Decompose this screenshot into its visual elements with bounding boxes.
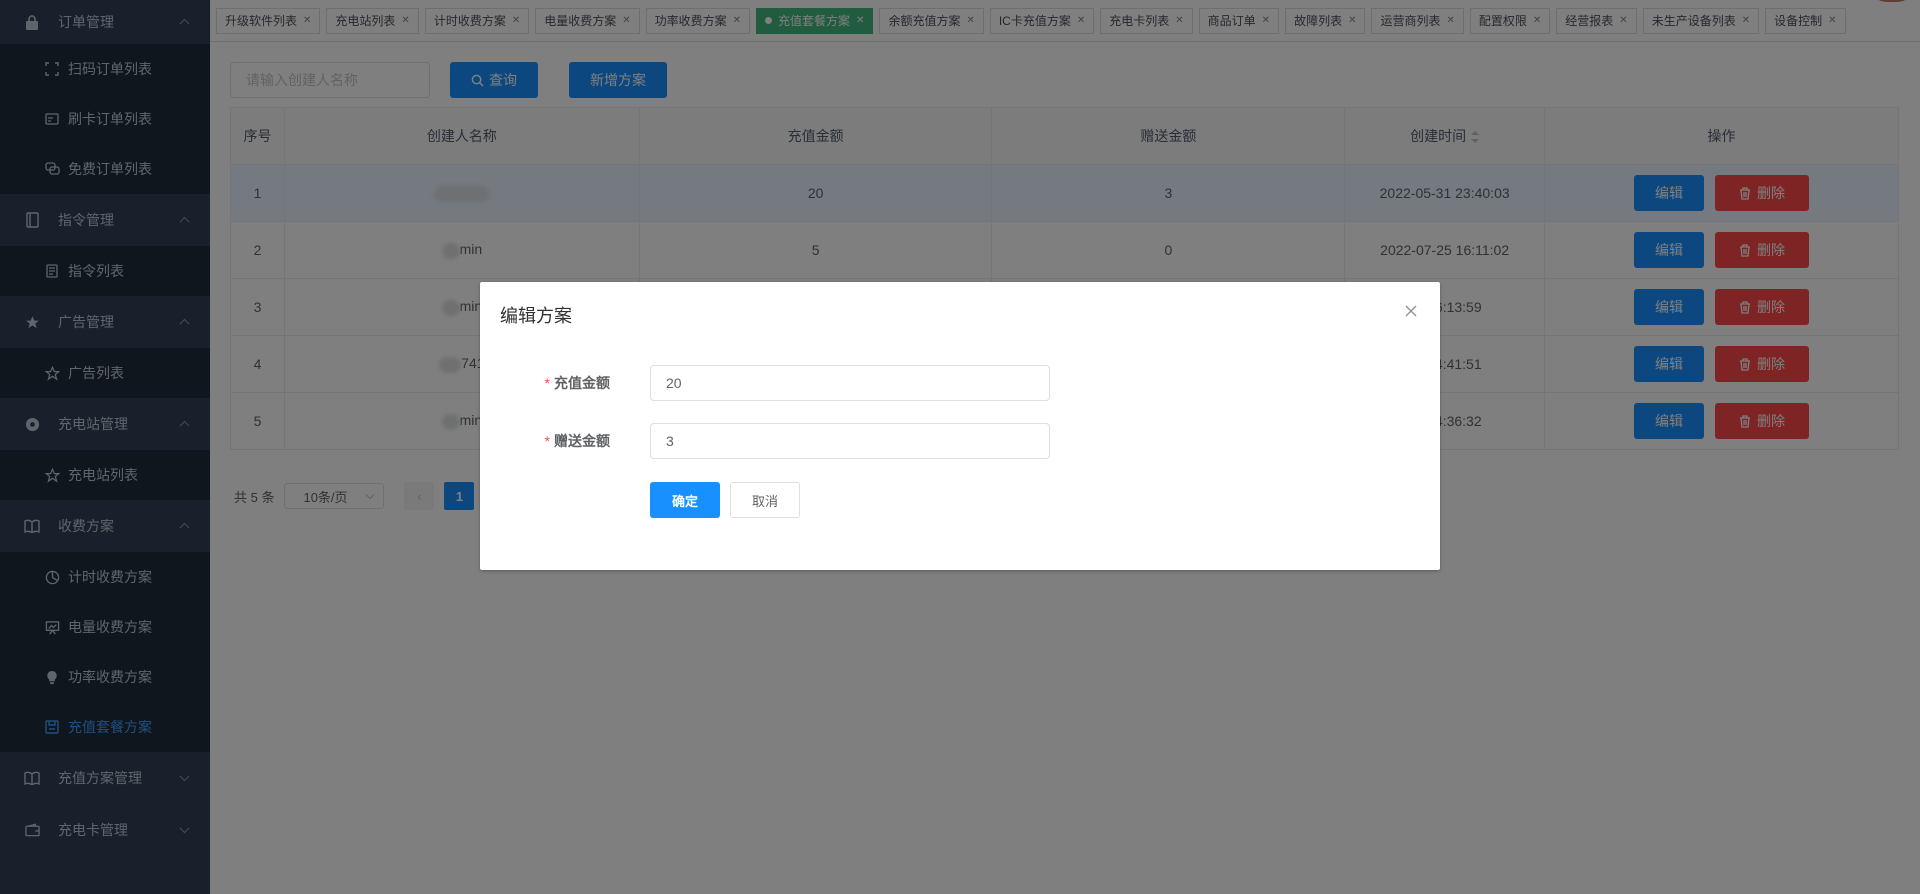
form-label-amount: * 充值金额 [480, 373, 610, 393]
confirm-button[interactable]: 确定 [650, 482, 720, 518]
required-asterisk: * [544, 375, 550, 391]
form-label-text: 充值金额 [554, 375, 610, 391]
form-row-amount: * 充值金额 [480, 365, 1440, 401]
form-label-bonus: * 赠送金额 [480, 431, 610, 451]
required-asterisk: * [544, 433, 550, 449]
dialog-title: 编辑方案 [500, 306, 572, 326]
form-label-text: 赠送金额 [554, 433, 610, 449]
edit-plan-dialog: 编辑方案 *充值金额 *赠送金额 确定 取消 [480, 282, 1440, 570]
bonus-input[interactable] [650, 423, 1050, 459]
form-row-bonus: * 赠送金额 [480, 423, 1440, 459]
close-icon[interactable] [1404, 304, 1418, 318]
cancel-button[interactable]: 取消 [730, 482, 800, 518]
amount-input[interactable] [650, 365, 1050, 401]
